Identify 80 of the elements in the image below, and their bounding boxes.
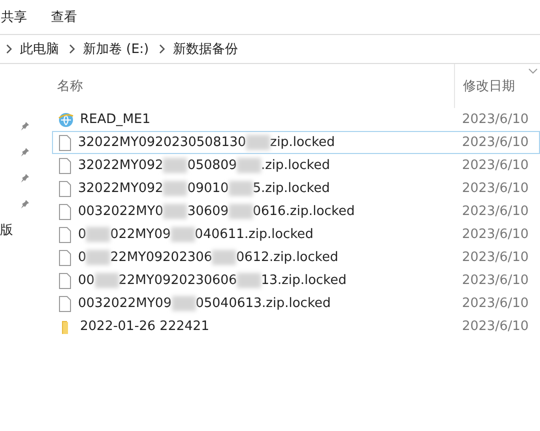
- blurred-patch: [228, 204, 253, 219]
- breadcrumb-item[interactable]: 此电脑: [20, 40, 59, 58]
- breadcrumb-item[interactable]: 新数据备份: [172, 40, 238, 58]
- file-row[interactable]: READ_ME1 2023/6/10: [52, 108, 540, 131]
- file-row[interactable]: 32022MY0920230508130 zip.locked 2023/6/10: [52, 131, 540, 154]
- chevron-icon: [6, 44, 12, 54]
- file-row[interactable]: 32022MY092 050809 .zip.locked 2023/6/10: [52, 154, 540, 177]
- file-name: 2022-01-26 222421: [80, 319, 210, 334]
- file-name: 32022MY092: [78, 181, 164, 196]
- blurred-patch: [163, 181, 188, 196]
- ribbon-tab[interactable]: 共享: [0, 8, 28, 26]
- file-row[interactable]: 00 22MY0920230606 13.zip.locked 2023/6/10: [52, 269, 540, 292]
- file-icon: [58, 134, 72, 150]
- modified-date: 2023/6/10: [461, 296, 530, 311]
- modified-date: 2023/6/10: [461, 250, 530, 265]
- file-name: 0: [78, 227, 86, 242]
- modified-date: 2023/6/10: [461, 158, 530, 173]
- file-name: 0032022MY09: [78, 296, 172, 311]
- date-column-header[interactable]: 修改日期: [454, 64, 540, 108]
- file-name: READ_ME1: [80, 112, 150, 127]
- modified-date: 2023/6/10: [461, 112, 530, 127]
- blurred-patch: [236, 273, 261, 288]
- blurred-patch: [163, 204, 188, 219]
- file-icon: [58, 180, 72, 196]
- nav-item[interactable]: 版: [0, 221, 52, 239]
- file-name: 32022MY092: [78, 158, 164, 173]
- file-icon: [58, 272, 72, 288]
- modified-date: 2023/6/10: [461, 181, 530, 196]
- file-row[interactable]: 32022MY092 09010 5.zip.locked 2023/6/10: [52, 177, 540, 200]
- file-icon: [58, 158, 72, 174]
- file-name: 00: [78, 273, 95, 288]
- file-name: 05040613.zip.locked: [196, 296, 331, 311]
- chevron-icon: [158, 44, 165, 54]
- name-column-header[interactable]: 名称: [57, 77, 454, 95]
- file-name: 0612.zip.locked: [236, 250, 338, 265]
- file-row[interactable]: 0 22MY09202306 0612.zip.locked 2023/6/10: [52, 246, 540, 269]
- file-name: 0032022MY0: [78, 204, 164, 219]
- file-name: 040611.zip.locked: [194, 227, 314, 242]
- modified-date: 2023/6/10: [461, 319, 530, 334]
- blurred-patch: [86, 250, 110, 265]
- file-name: zip.locked: [270, 135, 335, 150]
- file-name: 22MY0920230606: [118, 273, 237, 288]
- file-name: 30609: [187, 204, 229, 219]
- file-name: 022MY09: [110, 227, 171, 242]
- file-name: 09010: [187, 181, 229, 196]
- blurred-patch: [212, 250, 236, 265]
- blurred-patch: [228, 181, 253, 196]
- ribbon-tab[interactable]: 查看: [50, 8, 78, 26]
- sort-chevron-icon: [528, 68, 538, 74]
- modified-date: 2023/6/10: [461, 273, 530, 288]
- chevron-icon: [69, 44, 75, 54]
- file-icon: [58, 204, 72, 220]
- file-name: 0616.zip.locked: [252, 204, 355, 219]
- file-icon: [58, 226, 72, 242]
- modified-date: 2023/6/10: [461, 227, 530, 242]
- modified-date: 2023/6/10: [461, 135, 530, 150]
- file-name: 050809: [187, 158, 237, 173]
- file-name: 13.zip.locked: [260, 273, 346, 288]
- blurred-patch: [170, 227, 195, 242]
- file-icon: [58, 250, 72, 266]
- blurred-patch: [236, 158, 261, 173]
- file-row[interactable]: 0032022MY0 30609 0616.zip.locked 2023/6/10: [52, 200, 540, 223]
- file-row[interactable]: 0032022MY09 05040613.zip.locked 2023/6/10: [52, 292, 540, 315]
- address-bar[interactable]: 此电脑 新加卷 (E:) 新数据备份: [0, 35, 540, 64]
- breadcrumb-item[interactable]: 新加卷 (E:): [83, 40, 149, 58]
- file-icon: [58, 296, 72, 312]
- blurred-patch: [86, 227, 110, 242]
- file-name: .zip.locked: [260, 158, 330, 173]
- blurred-patch: [172, 296, 196, 311]
- file-name: 5.zip.locked: [252, 181, 330, 196]
- file-name: 32022MY0920230508130: [78, 135, 246, 150]
- file-row[interactable]: 2022-01-26 222421 2023/6/10: [52, 315, 540, 338]
- file-name: 0: [78, 250, 86, 265]
- file-row[interactable]: 0 022MY09 040611.zip.locked 2023/6/10: [52, 223, 540, 246]
- blurred-patch: [246, 135, 270, 150]
- modified-date: 2023/6/10: [461, 204, 530, 219]
- file-name: 22MY09202306: [110, 250, 212, 265]
- blurred-patch: [163, 158, 188, 173]
- blurred-patch: [94, 273, 119, 288]
- globe-document-icon: [58, 112, 74, 128]
